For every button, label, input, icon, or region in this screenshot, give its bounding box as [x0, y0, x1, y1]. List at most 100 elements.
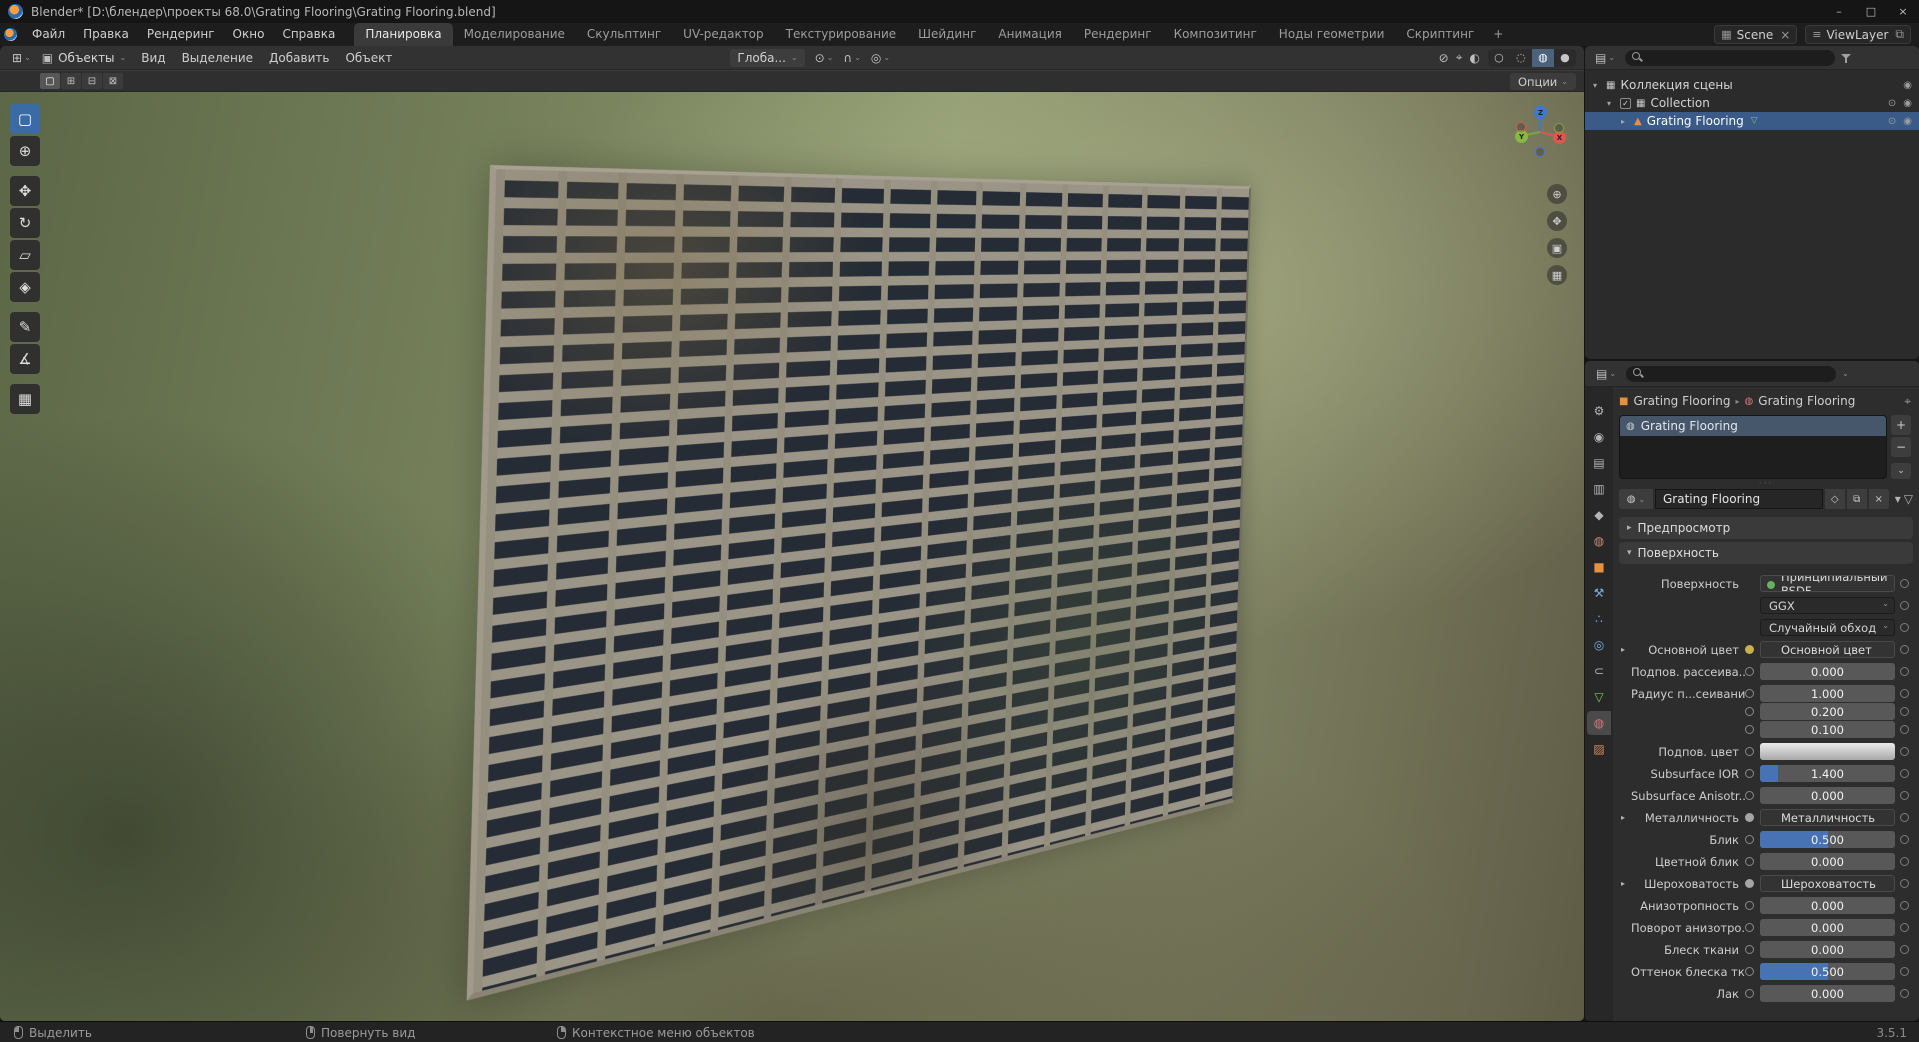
- keyframe-decorator-dot[interactable]: [1900, 579, 1909, 588]
- node-socket-dot[interactable]: [1745, 689, 1754, 698]
- scale-tool[interactable]: ▱: [10, 240, 40, 270]
- keyframe-decorator-dot[interactable]: [1900, 601, 1909, 610]
- toggle-grid-button[interactable]: ▦: [1547, 265, 1567, 285]
- overlay-toggle-icon[interactable]: ◐: [1470, 51, 1480, 65]
- negative-y-ball[interactable]: [1554, 123, 1564, 133]
- node-socket-dot[interactable]: [1745, 667, 1754, 676]
- rotate-tool[interactable]: ↻: [10, 208, 40, 238]
- object-tab[interactable]: ■: [1587, 555, 1611, 579]
- remove-slot-button[interactable]: −: [1891, 437, 1911, 457]
- mode-selector[interactable]: ▣ Объекты ⌄: [35, 51, 133, 65]
- select-mode-button[interactable]: ⊠: [103, 73, 123, 89]
- nodes-toggle-icon[interactable]: ▽: [1904, 492, 1913, 506]
- options-button[interactable]: Опции ⌄: [1509, 73, 1576, 90]
- viewport-menu-item[interactable]: Выделение: [174, 46, 261, 70]
- world-tab[interactable]: ◍: [1587, 529, 1611, 553]
- properties-editor-type-button[interactable]: ▤ ⌄: [1592, 367, 1620, 381]
- slot-specials-button[interactable]: ⌄: [1891, 463, 1911, 479]
- material-slot-list[interactable]: ◍ Grating Flooring: [1619, 415, 1887, 479]
- view-layer-tab[interactable]: ▥: [1587, 477, 1611, 501]
- render-camera-icon[interactable]: ◉: [1903, 116, 1912, 127]
- preview-panel-header[interactable]: ▸ Предпросмотр: [1619, 517, 1913, 539]
- node-socket-dot[interactable]: [1745, 857, 1754, 866]
- node-socket-dot[interactable]: [1745, 769, 1754, 778]
- fake-user-button[interactable]: ◇: [1824, 489, 1845, 509]
- property-field-slider[interactable]: 0.500: [1760, 831, 1895, 848]
- keyframe-decorator-dot[interactable]: [1900, 645, 1909, 654]
- cursor-tool[interactable]: ⊕: [10, 136, 40, 166]
- node-socket-dot[interactable]: [1745, 791, 1754, 800]
- property-field-number[interactable]: 1.000: [1760, 685, 1895, 702]
- keyframe-decorator-dot[interactable]: [1900, 791, 1909, 800]
- select-mode-button[interactable]: ⊟: [82, 73, 102, 89]
- tool-tab[interactable]: ⚙: [1587, 399, 1611, 423]
- unlink-material-button[interactable]: ×: [1868, 489, 1889, 509]
- menu-item[interactable]: Справка: [273, 23, 344, 46]
- zoom-button[interactable]: ⊕: [1547, 184, 1567, 204]
- transform-tool[interactable]: ◈: [10, 272, 40, 302]
- specials-menu-icon[interactable]: ▾: [1895, 492, 1901, 506]
- z-axis-ball[interactable]: Z: [1534, 106, 1547, 119]
- property-field-button[interactable]: Основной цвет: [1760, 641, 1895, 658]
- workspace-tab[interactable]: Шейдинг: [907, 23, 987, 46]
- material-name-field[interactable]: Grating Flooring: [1655, 489, 1823, 509]
- solid-shading-button[interactable]: ◌: [1510, 49, 1532, 67]
- select-mode-button[interactable]: ⊞: [61, 73, 81, 89]
- copy-material-button[interactable]: ⧉: [1846, 489, 1867, 509]
- workspace-tab[interactable]: Моделирование: [453, 23, 576, 46]
- keyframe-decorator-dot[interactable]: [1900, 667, 1909, 676]
- scene-unlink-button[interactable]: ×: [1780, 28, 1790, 42]
- workspace-tab[interactable]: Скульптинг: [576, 23, 672, 46]
- keyframe-decorator-dot[interactable]: [1900, 835, 1909, 844]
- close-button[interactable]: ×: [1887, 0, 1919, 23]
- negative-z-ball[interactable]: [1535, 147, 1545, 157]
- surface-panel-header[interactable]: ▾ Поверхность: [1619, 542, 1913, 564]
- outliner-search-input[interactable]: [1625, 49, 1836, 66]
- workspace-tab[interactable]: Анимация: [987, 23, 1072, 46]
- keyframe-decorator-dot[interactable]: [1900, 967, 1909, 976]
- node-socket-dot[interactable]: [1745, 645, 1754, 654]
- workspace-tab[interactable]: Планировка: [354, 23, 453, 46]
- add-cube-tool[interactable]: ▦: [10, 384, 40, 414]
- workspace-tab[interactable]: Скриптинг: [1395, 23, 1485, 46]
- menu-item[interactable]: Правка: [74, 23, 138, 46]
- keyframe-decorator-dot[interactable]: [1900, 901, 1909, 910]
- node-socket-dot[interactable]: [1745, 835, 1754, 844]
- node-socket-dot[interactable]: [1745, 945, 1754, 954]
- wireframe-shading-button[interactable]: ○: [1488, 49, 1510, 67]
- visibility-eye-icon[interactable]: ⊙: [1888, 98, 1896, 109]
- grating-flooring-object[interactable]: [466, 165, 1252, 1001]
- scene-selector[interactable]: ▦ Scene ×: [1714, 25, 1798, 44]
- property-field-number[interactable]: 0.200: [1760, 703, 1895, 720]
- node-socket-dot[interactable]: [1745, 707, 1754, 716]
- property-field-slider[interactable]: 0.000: [1760, 919, 1895, 936]
- minimize-button[interactable]: –: [1823, 0, 1855, 23]
- output-tab[interactable]: ▤: [1587, 451, 1611, 475]
- camera-view-button[interactable]: ▣: [1547, 238, 1567, 258]
- expand-arrow-icon[interactable]: ▸: [1621, 879, 1631, 888]
- render-tab[interactable]: ◉: [1587, 425, 1611, 449]
- select-box-tool[interactable]: ▢: [10, 104, 40, 134]
- property-field-slider[interactable]: 0.000: [1760, 853, 1895, 870]
- outliner-editor-type-button[interactable]: ▤ ⌄: [1591, 51, 1619, 65]
- property-field-button[interactable]: Принципиальный BSDF: [1760, 575, 1895, 592]
- workspace-tab[interactable]: UV-редактор: [672, 23, 774, 46]
- constraints-tab[interactable]: ⊂: [1587, 659, 1611, 683]
- node-socket-dot[interactable]: [1745, 989, 1754, 998]
- maximize-button[interactable]: □: [1855, 0, 1887, 23]
- expand-arrow-icon[interactable]: ▸: [1621, 117, 1634, 126]
- keyframe-decorator-dot[interactable]: [1900, 623, 1909, 632]
- keyframe-decorator-dot[interactable]: [1900, 989, 1909, 998]
- object-data-tab[interactable]: ▽: [1587, 685, 1611, 709]
- property-field-color[interactable]: [1760, 743, 1895, 760]
- outliner-row[interactable]: ▾ ✓ ▦ Collection ⊙ ◉: [1585, 94, 1919, 112]
- property-field-slider[interactable]: 0.000: [1760, 941, 1895, 958]
- property-field-button[interactable]: Металличность: [1760, 809, 1895, 826]
- chevron-down-icon[interactable]: ⌄: [1842, 369, 1849, 378]
- menu-item[interactable]: Рендеринг: [138, 23, 224, 46]
- modifiers-tab[interactable]: ⚒: [1587, 581, 1611, 605]
- property-field-dropdown[interactable]: Случайный обход ⌄: [1760, 619, 1895, 636]
- browse-material-button[interactable]: ◍ ⌄: [1619, 489, 1653, 509]
- keyframe-decorator-dot[interactable]: [1900, 769, 1909, 778]
- render-camera-icon[interactable]: ◉: [1903, 98, 1912, 109]
